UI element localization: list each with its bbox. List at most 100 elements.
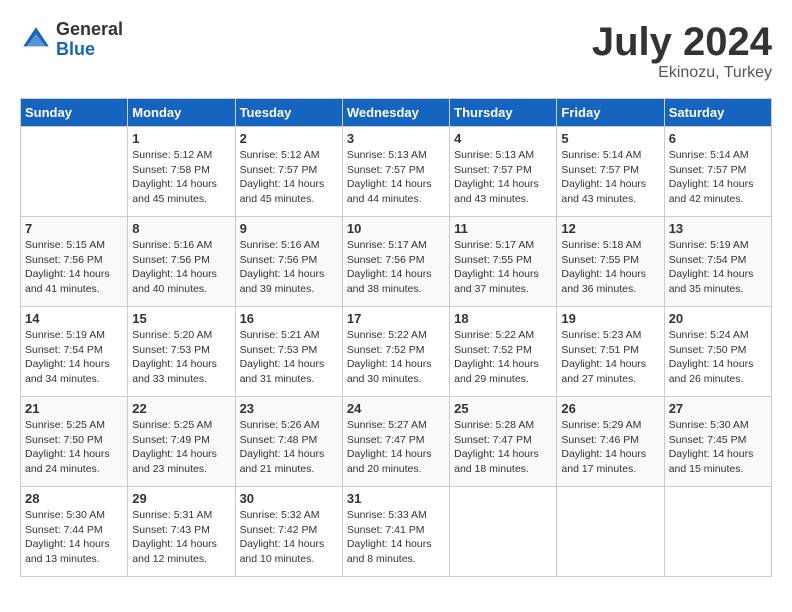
day-number: 8 bbox=[132, 221, 230, 236]
day-info: Sunrise: 5:14 AM Sunset: 7:57 PM Dayligh… bbox=[669, 148, 767, 207]
day-info: Sunrise: 5:24 AM Sunset: 7:50 PM Dayligh… bbox=[669, 328, 767, 387]
day-info: Sunrise: 5:13 AM Sunset: 7:57 PM Dayligh… bbox=[454, 148, 552, 207]
calendar-cell bbox=[664, 487, 771, 577]
day-number: 7 bbox=[25, 221, 123, 236]
calendar-week-row: 7Sunrise: 5:15 AM Sunset: 7:56 PM Daylig… bbox=[21, 217, 772, 307]
day-info: Sunrise: 5:13 AM Sunset: 7:57 PM Dayligh… bbox=[347, 148, 445, 207]
calendar-cell: 14Sunrise: 5:19 AM Sunset: 7:54 PM Dayli… bbox=[21, 307, 128, 397]
day-number: 2 bbox=[240, 131, 338, 146]
day-info: Sunrise: 5:30 AM Sunset: 7:44 PM Dayligh… bbox=[25, 508, 123, 567]
logo-icon bbox=[20, 24, 52, 56]
calendar-header-saturday: Saturday bbox=[664, 99, 771, 127]
day-number: 24 bbox=[347, 401, 445, 416]
day-number: 30 bbox=[240, 491, 338, 506]
day-info: Sunrise: 5:22 AM Sunset: 7:52 PM Dayligh… bbox=[454, 328, 552, 387]
logo-text: General Blue bbox=[56, 20, 123, 60]
calendar-cell: 11 Sunrise: 5:17 AM Sunset: 7:55 PM Dayli… bbox=[450, 217, 557, 307]
day-number: 4 bbox=[454, 131, 552, 146]
day-info: Sunrise: 5:28 AM Sunset: 7:47 PM Dayligh… bbox=[454, 418, 552, 477]
day-number: 15 bbox=[132, 311, 230, 326]
calendar-cell: 25 Sunrise: 5:28 AM Sunset: 7:47 PM Dayli… bbox=[450, 397, 557, 487]
calendar-cell: 26Sunrise: 5:29 AM Sunset: 7:46 PM Dayli… bbox=[557, 397, 664, 487]
day-info: Sunrise: 5:29 AM Sunset: 7:46 PM Dayligh… bbox=[561, 418, 659, 477]
day-info: Sunrise: 5:16 AM Sunset: 7:56 PM Dayligh… bbox=[132, 238, 230, 297]
day-info: Sunrise: 5:25 AM Sunset: 7:49 PM Dayligh… bbox=[132, 418, 230, 477]
calendar-cell: 10 Sunrise: 5:17 AM Sunset: 7:56 PM Dayli… bbox=[342, 217, 449, 307]
day-number: 27 bbox=[669, 401, 767, 416]
day-number: 18 bbox=[454, 311, 552, 326]
calendar-cell: 30 Sunrise: 5:32 AM Sunset: 7:42 PM Dayli… bbox=[235, 487, 342, 577]
day-info: Sunrise: 5:12 AM Sunset: 7:58 PM Dayligh… bbox=[132, 148, 230, 207]
day-number: 23 bbox=[240, 401, 338, 416]
calendar-cell: 1 Sunrise: 5:12 AM Sunset: 7:58 PM Daylig… bbox=[128, 127, 235, 217]
calendar-cell: 22 Sunrise: 5:25 AM Sunset: 7:49 PM Dayli… bbox=[128, 397, 235, 487]
day-info: Sunrise: 5:16 AM Sunset: 7:56 PM Dayligh… bbox=[240, 238, 338, 297]
day-number: 25 bbox=[454, 401, 552, 416]
day-info: Sunrise: 5:33 AM Sunset: 7:41 PM Dayligh… bbox=[347, 508, 445, 567]
day-number: 6 bbox=[669, 131, 767, 146]
calendar-cell bbox=[450, 487, 557, 577]
logo: General Blue bbox=[20, 20, 123, 60]
calendar-cell: 29Sunrise: 5:31 AM Sunset: 7:43 PM Dayli… bbox=[128, 487, 235, 577]
calendar-header-monday: Monday bbox=[128, 99, 235, 127]
day-info: Sunrise: 5:31 AM Sunset: 7:43 PM Dayligh… bbox=[132, 508, 230, 567]
calendar-header-friday: Friday bbox=[557, 99, 664, 127]
calendar-cell: 8 Sunrise: 5:16 AM Sunset: 7:56 PM Daylig… bbox=[128, 217, 235, 307]
day-number: 11 bbox=[454, 221, 552, 236]
calendar-table: SundayMondayTuesdayWednesdayThursdayFrid… bbox=[20, 98, 772, 577]
day-number: 12 bbox=[561, 221, 659, 236]
day-info: Sunrise: 5:19 AM Sunset: 7:54 PM Dayligh… bbox=[25, 328, 123, 387]
calendar-cell: 17 Sunrise: 5:22 AM Sunset: 7:52 PM Dayli… bbox=[342, 307, 449, 397]
day-number: 28 bbox=[25, 491, 123, 506]
calendar-cell: 13Sunrise: 5:19 AM Sunset: 7:54 PM Dayli… bbox=[664, 217, 771, 307]
day-info: Sunrise: 5:23 AM Sunset: 7:51 PM Dayligh… bbox=[561, 328, 659, 387]
day-number: 3 bbox=[347, 131, 445, 146]
day-info: Sunrise: 5:26 AM Sunset: 7:48 PM Dayligh… bbox=[240, 418, 338, 477]
day-number: 19 bbox=[561, 311, 659, 326]
calendar-week-row: 1 Sunrise: 5:12 AM Sunset: 7:58 PM Daylig… bbox=[21, 127, 772, 217]
calendar-cell: 18 Sunrise: 5:22 AM Sunset: 7:52 PM Dayli… bbox=[450, 307, 557, 397]
calendar-cell: 21Sunrise: 5:25 AM Sunset: 7:50 PM Dayli… bbox=[21, 397, 128, 487]
calendar-cell: 2Sunrise: 5:12 AM Sunset: 7:57 PM Daylig… bbox=[235, 127, 342, 217]
day-info: Sunrise: 5:22 AM Sunset: 7:52 PM Dayligh… bbox=[347, 328, 445, 387]
calendar-header-thursday: Thursday bbox=[450, 99, 557, 127]
day-info: Sunrise: 5:19 AM Sunset: 7:54 PM Dayligh… bbox=[669, 238, 767, 297]
calendar-body: 1 Sunrise: 5:12 AM Sunset: 7:58 PM Daylig… bbox=[21, 127, 772, 577]
day-info: Sunrise: 5:27 AM Sunset: 7:47 PM Dayligh… bbox=[347, 418, 445, 477]
day-info: Sunrise: 5:21 AM Sunset: 7:53 PM Dayligh… bbox=[240, 328, 338, 387]
day-number: 9 bbox=[240, 221, 338, 236]
day-number: 31 bbox=[347, 491, 445, 506]
calendar-header-tuesday: Tuesday bbox=[235, 99, 342, 127]
logo-general: General bbox=[56, 20, 123, 40]
page-header: General Blue July 2024 Ekinozu, Turkey bbox=[20, 20, 772, 82]
day-info: Sunrise: 5:32 AM Sunset: 7:42 PM Dayligh… bbox=[240, 508, 338, 567]
day-info: Sunrise: 5:30 AM Sunset: 7:45 PM Dayligh… bbox=[669, 418, 767, 477]
day-info: Sunrise: 5:17 AM Sunset: 7:55 PM Dayligh… bbox=[454, 238, 552, 297]
calendar-cell: 28 Sunrise: 5:30 AM Sunset: 7:44 PM Dayli… bbox=[21, 487, 128, 577]
calendar-cell: 3 Sunrise: 5:13 AM Sunset: 7:57 PM Daylig… bbox=[342, 127, 449, 217]
calendar-cell: 9 Sunrise: 5:16 AM Sunset: 7:56 PM Daylig… bbox=[235, 217, 342, 307]
calendar-cell: 20Sunrise: 5:24 AM Sunset: 7:50 PM Dayli… bbox=[664, 307, 771, 397]
day-number: 1 bbox=[132, 131, 230, 146]
calendar-cell: 23 Sunrise: 5:26 AM Sunset: 7:48 PM Dayli… bbox=[235, 397, 342, 487]
day-info: Sunrise: 5:20 AM Sunset: 7:53 PM Dayligh… bbox=[132, 328, 230, 387]
location-subtitle: Ekinozu, Turkey bbox=[592, 64, 772, 82]
calendar-cell: 7Sunrise: 5:15 AM Sunset: 7:56 PM Daylig… bbox=[21, 217, 128, 307]
day-number: 17 bbox=[347, 311, 445, 326]
day-info: Sunrise: 5:17 AM Sunset: 7:56 PM Dayligh… bbox=[347, 238, 445, 297]
day-number: 21 bbox=[25, 401, 123, 416]
title-block: July 2024 Ekinozu, Turkey bbox=[592, 20, 772, 82]
calendar-header-wednesday: Wednesday bbox=[342, 99, 449, 127]
day-number: 10 bbox=[347, 221, 445, 236]
calendar-cell: 31 Sunrise: 5:33 AM Sunset: 7:41 PM Dayli… bbox=[342, 487, 449, 577]
calendar-cell: 15 Sunrise: 5:20 AM Sunset: 7:53 PM Dayli… bbox=[128, 307, 235, 397]
month-title: July 2024 bbox=[592, 20, 772, 64]
calendar-cell: 5Sunrise: 5:14 AM Sunset: 7:57 PM Daylig… bbox=[557, 127, 664, 217]
day-number: 5 bbox=[561, 131, 659, 146]
calendar-cell bbox=[557, 487, 664, 577]
day-number: 22 bbox=[132, 401, 230, 416]
calendar-header-sunday: Sunday bbox=[21, 99, 128, 127]
calendar-cell: 27 Sunrise: 5:30 AM Sunset: 7:45 PM Dayli… bbox=[664, 397, 771, 487]
calendar-cell: 19 Sunrise: 5:23 AM Sunset: 7:51 PM Dayli… bbox=[557, 307, 664, 397]
logo-blue: Blue bbox=[56, 40, 123, 60]
